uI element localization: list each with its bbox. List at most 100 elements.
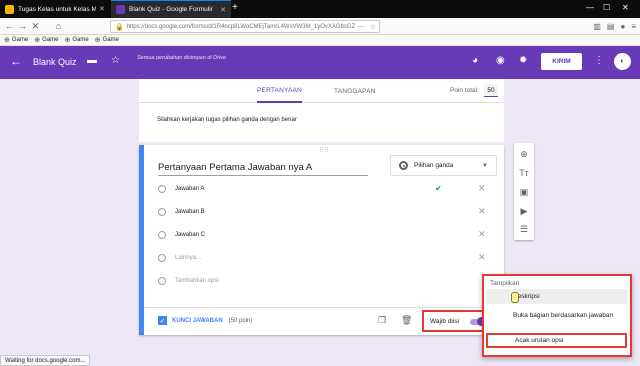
lock-icon: 🔒 xyxy=(115,23,124,31)
form-description-card: Silahkan kerjakan tugas pilihan ganda de… xyxy=(139,103,504,142)
required-label: Wajib diisi xyxy=(430,317,460,325)
settings-gear-icon[interactable]: ✹ xyxy=(519,55,527,66)
side-toolbar: ⊕ Tт ▣ ▶ ☰ xyxy=(514,143,534,240)
option-row: Jawaban A ✔ ✕ xyxy=(158,183,493,195)
remove-option-icon[interactable]: ✕ xyxy=(478,252,486,263)
close-tab-icon[interactable]: ✕ xyxy=(99,5,105,13)
form-tabs: PERTANYAAN TANGGAPAN Poin total: 50 xyxy=(139,79,504,103)
radio-button-icon xyxy=(399,161,408,170)
globe-icon: ⊕ xyxy=(64,37,71,44)
toolbar-right: ▥ ▤ ● ≡ xyxy=(593,22,636,31)
browser-tab-blank-quiz[interactable]: Blank Quiz - Google Formulir ✕ xyxy=(111,0,231,18)
remove-option-icon[interactable]: ✕ xyxy=(478,183,486,194)
bookmark-item[interactable]: ⊕ Game xyxy=(64,36,88,44)
page-actions-icon[interactable]: ⋯ xyxy=(357,23,364,31)
menu-icon[interactable]: ≡ xyxy=(631,22,636,31)
forms-favicon-icon xyxy=(116,5,125,14)
more-vert-icon[interactable]: ⋮ xyxy=(594,55,604,66)
new-tab-button[interactable]: + xyxy=(232,2,238,13)
palette-icon[interactable]: ◕ xyxy=(472,55,478,66)
stop-loading-icon[interactable]: ✕ xyxy=(29,21,42,32)
form-description[interactable]: Silahkan kerjakan tugas pilihan ganda de… xyxy=(157,117,297,123)
option-label[interactable]: Jawaban B xyxy=(175,209,205,215)
back-arrow-icon[interactable]: ← xyxy=(3,21,16,31)
add-video-icon[interactable]: ▶ xyxy=(514,206,534,217)
menu-header: Tampilkan xyxy=(490,280,520,287)
navigation-bar: ← → ✕ ⌂ 🔒 https://docs.google.com/forms/… xyxy=(0,18,640,35)
add-option-row: Tambahkan opsi xyxy=(158,275,493,287)
menu-item-shuffle-options[interactable]: Acak urutan opsi xyxy=(486,333,627,348)
forms-header: ← Blank Quiz ▬ ☆ Semua perubahan disimpa… xyxy=(0,46,640,79)
menu-item-go-to-section[interactable]: Buka bagian berdasarkan jawaban xyxy=(486,308,627,323)
option-row: Jawaban B ✕ xyxy=(158,206,493,218)
close-window-icon[interactable]: ✕ xyxy=(622,3,629,12)
tab-title: Tugas Kelas untuk Kelas Maya xyxy=(18,5,97,13)
bookmarks-bar: ⊕ Game ⊕ Game ⊕ Game ⊕ Game xyxy=(0,35,640,46)
radio-circle-icon xyxy=(158,277,166,285)
minimize-icon[interactable]: — xyxy=(586,3,594,12)
back-arrow-icon[interactable]: ← xyxy=(10,54,22,68)
add-image-icon[interactable]: ▣ xyxy=(514,187,534,198)
hand-cursor-icon xyxy=(511,292,519,303)
option-label[interactable]: Jawaban C xyxy=(175,232,205,238)
sidebar-icon[interactable]: ▤ xyxy=(607,22,615,31)
correct-check-icon: ✔ xyxy=(435,184,442,193)
option-label[interactable]: Lainnya... xyxy=(175,255,201,261)
bookmark-star-icon[interactable]: ☆ xyxy=(370,23,376,31)
tab-questions[interactable]: PERTANYAAN xyxy=(257,79,302,103)
forward-arrow-icon[interactable]: → xyxy=(16,21,29,31)
status-bar: Waiting for docs.google.com... xyxy=(0,355,91,366)
radio-circle-icon xyxy=(158,254,166,262)
dropdown-arrow-icon: ▼ xyxy=(482,162,488,169)
add-option-label[interactable]: Tambahkan opsi xyxy=(175,278,219,284)
globe-icon: ⊕ xyxy=(94,37,101,44)
radio-circle-icon xyxy=(158,231,166,239)
points-total-value[interactable]: 50 xyxy=(484,84,498,97)
globe-icon: ⊕ xyxy=(34,37,41,44)
answer-key-button[interactable]: ✓ KUNCI JAWABAN (50 poin) xyxy=(158,316,252,325)
question-type-select[interactable]: Pilihan ganda ▼ xyxy=(390,155,497,176)
radio-circle-icon xyxy=(158,185,166,193)
bookmark-item[interactable]: ⊕ Game xyxy=(4,36,28,44)
option-row: Jawaban C ✕ xyxy=(158,229,493,241)
tab-title: Blank Quiz - Google Formulir xyxy=(129,6,213,13)
trash-icon[interactable]: 🗑 xyxy=(401,315,412,326)
add-section-icon[interactable]: ☰ xyxy=(514,224,534,235)
browser-tab-bar: Tugas Kelas untuk Kelas Maya ✕ Blank Qui… xyxy=(0,0,640,18)
question-footer: ✓ KUNCI JAWABAN (50 poin) ❐ 🗑 Wajib diis… xyxy=(144,307,504,335)
radio-circle-icon xyxy=(158,208,166,216)
more-options-menu: Tampilkan Deskripsi Buka bagian berdasar… xyxy=(482,274,632,357)
bookmark-item[interactable]: ⊕ Game xyxy=(34,36,58,44)
answer-key-label: KUNCI JAWABAN xyxy=(172,317,223,324)
browser-tab-kelas-maya[interactable]: Tugas Kelas untuk Kelas Maya ✕ xyxy=(0,0,110,18)
form-title[interactable]: Blank Quiz xyxy=(33,57,77,67)
question-type-label: Pilihan ganda xyxy=(414,162,454,169)
remove-option-icon[interactable]: ✕ xyxy=(478,206,486,217)
menu-item-description[interactable]: Deskripsi xyxy=(486,289,627,304)
duplicate-icon[interactable]: ❐ xyxy=(378,315,386,326)
bookmark-item[interactable]: ⊕ Game xyxy=(95,36,119,44)
saved-notice: Semua perubahan disimpan di Drive xyxy=(137,55,226,61)
close-tab-icon[interactable]: ✕ xyxy=(220,6,226,14)
maximize-icon[interactable]: ☐ xyxy=(603,3,610,12)
tab-responses[interactable]: TANGGAPAN xyxy=(334,79,376,103)
home-icon[interactable]: ⌂ xyxy=(52,21,65,31)
star-icon[interactable]: ☆ xyxy=(111,55,120,66)
folder-icon[interactable]: ▬ xyxy=(87,55,97,66)
add-title-icon[interactable]: Tт xyxy=(514,168,534,178)
checkbox-checked-icon: ✓ xyxy=(158,316,167,325)
classroom-favicon-icon xyxy=(5,4,14,14)
library-icon[interactable]: ▥ xyxy=(593,22,601,31)
option-label[interactable]: Jawaban A xyxy=(175,186,204,192)
remove-option-icon[interactable]: ✕ xyxy=(478,229,486,240)
avatar[interactable]: ◐ xyxy=(614,53,631,70)
add-question-icon[interactable]: ⊕ xyxy=(514,149,534,160)
address-bar[interactable]: 🔒 https://docs.google.com/forms/d/1R4ncp… xyxy=(110,20,380,33)
drag-handle-icon[interactable]: ⠿⠿ xyxy=(319,147,330,154)
required-toggle-box: Wajib diisi xyxy=(422,310,488,332)
preview-eye-icon[interactable]: ◉ xyxy=(496,55,505,66)
question-card: ⠿⠿ Pertanyaan Pertama Jawaban nya A Pili… xyxy=(139,145,504,335)
send-button[interactable]: KIRIM xyxy=(541,53,582,70)
question-title-input[interactable]: Pertanyaan Pertama Jawaban nya A xyxy=(158,161,368,176)
account-icon[interactable]: ● xyxy=(620,22,625,31)
